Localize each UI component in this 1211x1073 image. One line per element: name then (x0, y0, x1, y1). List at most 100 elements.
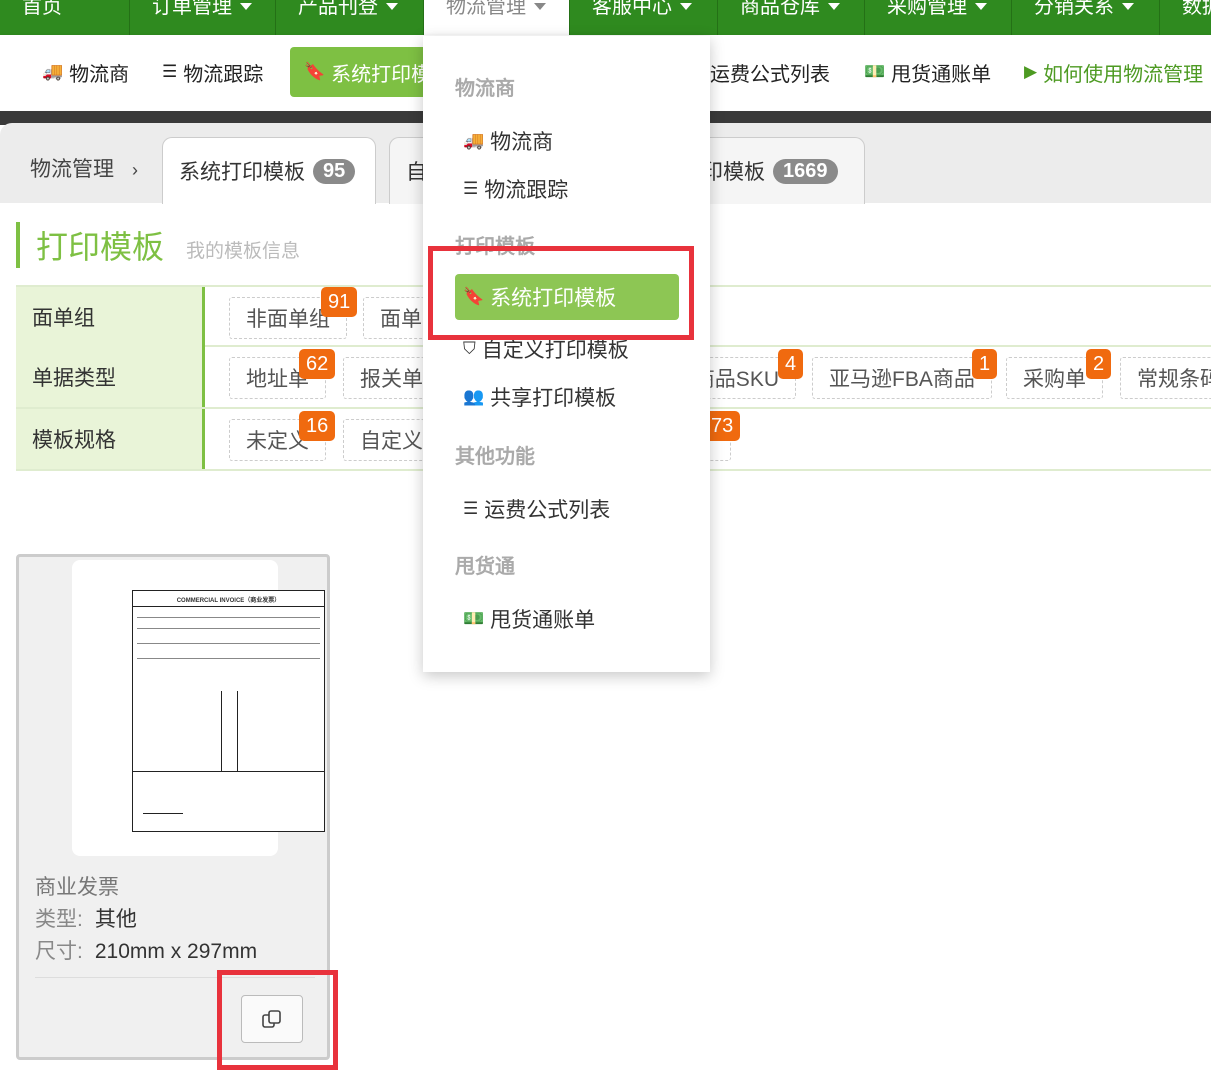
money-icon: 💵 (864, 62, 886, 81)
invoice-preview-title: COMMERCIAL INVOICE（商业发票） (133, 595, 324, 607)
nav-listing[interactable]: 产品刊登 (276, 0, 424, 35)
subnav-freight-formula[interactable]: 运费公式列表 (710, 47, 830, 97)
dropdown-item-tracking[interactable]: ☰ 物流跟踪 (463, 174, 568, 204)
subnav-ygt-bill[interactable]: 💵 甩货通账单 (864, 47, 991, 97)
count-badge: 2 (1086, 349, 1112, 379)
truck-icon: 🚚 (463, 131, 485, 150)
chip-waybill[interactable]: 面单 (363, 297, 425, 339)
breadcrumb-label: 物流管理 (30, 158, 114, 181)
page-subtitle: 我的模板信息 (186, 240, 301, 262)
tab-count-badge: 95 (313, 158, 356, 184)
nav-home-label: 首页 (22, 0, 62, 18)
caret-down-icon (975, 3, 987, 10)
subnav-tracking[interactable]: ☰ 物流跟踪 (162, 47, 263, 97)
tab-system-print[interactable]: 系统打印模板 95 (162, 137, 376, 204)
tracking-icon: ☰ (463, 179, 479, 198)
highlight-box-system-print (428, 246, 694, 340)
chip-label: 面单 (380, 308, 422, 331)
chip-custom[interactable]: 自定义 (343, 419, 425, 461)
page-title-bar: 打印模板 我的模板信息 (16, 222, 300, 268)
chip-label: 采购单 (1023, 368, 1086, 391)
chip-label: 常规条码 (1137, 368, 1211, 391)
count-badge: 91 (321, 287, 358, 317)
dropdown-item-label: 甩货通账单 (490, 609, 596, 632)
nav-purchase[interactable]: 采购管理 (865, 0, 1012, 35)
tab-shared-print[interactable]: 印模板 1669 (702, 156, 838, 186)
list-icon: ☰ (463, 499, 479, 518)
tab-system-print-label: 系统打印模板 (179, 161, 305, 184)
money-icon: 💵 (463, 609, 485, 628)
nav-purchase-label: 采购管理 (887, 0, 967, 18)
nav-logistics[interactable]: 物流管理 (424, 0, 570, 35)
nav-service[interactable]: 客服中心 (570, 0, 718, 35)
count-badge: 62 (299, 349, 336, 379)
caret-down-icon (1122, 3, 1134, 10)
nav-orders-label: 订单管理 (152, 0, 232, 18)
caret-down-icon (240, 3, 252, 10)
nav-home[interactable]: 首页 (0, 0, 130, 35)
caret-down-icon (386, 3, 398, 10)
page-title: 打印模板 (36, 229, 165, 265)
nav-listing-label: 产品刊登 (298, 0, 378, 18)
dropdown-item-ygt-bill[interactable]: 💵 甩货通账单 (463, 604, 595, 634)
subnav-tracking-label: 物流跟踪 (183, 63, 264, 86)
filter-label-spec: 模板规格 (16, 409, 205, 469)
nav-service-label: 客服中心 (592, 0, 672, 18)
nav-warehouse[interactable]: 商品仓库 (718, 0, 865, 35)
dropdown-item-shared-print[interactable]: 👥 共享打印模板 (463, 382, 616, 412)
subnav-ygt-bill-label: 甩货通账单 (891, 63, 992, 86)
breadcrumb[interactable]: 物流管理 › (30, 153, 138, 183)
chevron-right-icon: › (132, 160, 138, 180)
template-type: 类型: 其他 (35, 903, 137, 933)
subnav-how-to-label: 如何使用物流管理 (1043, 63, 1204, 86)
truck-icon: 🚚 (42, 62, 64, 81)
users-icon: 👥 (463, 387, 485, 406)
logistics-dropdown-menu: 物流商 🚚 物流商 ☰ 物流跟踪 打印模板 🔖 系统打印模板 ⛉ 自定义打印模板 👥 共享… (423, 36, 710, 672)
filter-label-doc-type: 单据类型 (16, 347, 205, 407)
nav-orders[interactable]: 订单管理 (130, 0, 276, 35)
dropdown-item-logistics[interactable]: 🚚 物流商 (463, 126, 553, 156)
dropdown-section-ygt: 甩货通 (455, 556, 515, 578)
invoice-preview: COMMERCIAL INVOICE（商业发票） (132, 590, 325, 832)
template-size: 尺寸: 210mm x 297mm (35, 935, 257, 965)
bookmark-icon: 🔖 (304, 62, 326, 81)
tracking-icon: ☰ (162, 62, 178, 81)
dropdown-item-freight-formula[interactable]: ☰ 运费公式列表 (463, 494, 610, 524)
chip-fba[interactable]: 亚马逊FBA商品 (812, 357, 992, 399)
tab-count-badge: 1669 (773, 158, 838, 184)
template-thumbnail[interactable]: COMMERCIAL INVOICE（商业发票） (72, 560, 325, 856)
dropdown-item-label: 物流跟踪 (484, 179, 569, 202)
chip-label: 报关单 (360, 368, 423, 391)
dropdown-item-label: 物流商 (490, 131, 554, 154)
nav-data-label: 数据 (1182, 0, 1211, 18)
nav-data[interactable]: 数据 (1160, 0, 1211, 35)
caret-down-icon (828, 3, 840, 10)
nav-distribution[interactable]: 分销关系 (1012, 0, 1160, 35)
chip-label: 非面单组 (246, 308, 330, 331)
subnav-freight-formula-label: 运费公式列表 (710, 63, 830, 86)
dropdown-section-logistics: 物流商 (455, 78, 515, 100)
nav-logistics-label: 物流管理 (446, 0, 526, 18)
subnav-system-print[interactable]: 🔖 系统打印模板 (290, 47, 430, 97)
chip-barcode[interactable]: 常规条码 (1120, 357, 1211, 399)
count-badge: 1 (972, 349, 998, 379)
type-value: 其他 (94, 908, 137, 931)
count-badge: 16 (299, 411, 336, 441)
dropdown-item-label: 运费公式列表 (484, 499, 611, 522)
caret-down-icon (534, 3, 546, 10)
chip-customs[interactable]: 报关单 (343, 357, 425, 399)
highlight-box-copy-button (217, 970, 338, 1070)
chip-label: 自定义 (360, 430, 423, 453)
subnav-logistics[interactable]: 🚚 物流商 (42, 47, 129, 97)
caret-down-icon (680, 3, 692, 10)
nav-distribution-label: 分销关系 (1034, 0, 1114, 18)
video-icon: ▶ (1024, 62, 1038, 81)
top-nav: 首页 订单管理 产品刊登 物流管理 客服中心 商品仓库 采购管理 分销关系 数据 (0, 0, 1211, 35)
subnav-how-to[interactable]: ▶ 如何使用物流管理 (1024, 47, 1203, 97)
size-key: 尺寸: (35, 940, 83, 963)
bookmark-outline-icon: ⛉ (463, 339, 476, 358)
nav-warehouse-label: 商品仓库 (740, 0, 820, 18)
type-key: 类型: (35, 908, 83, 931)
template-name: 商业发票 (35, 876, 119, 899)
size-value: 210mm x 297mm (94, 940, 258, 963)
